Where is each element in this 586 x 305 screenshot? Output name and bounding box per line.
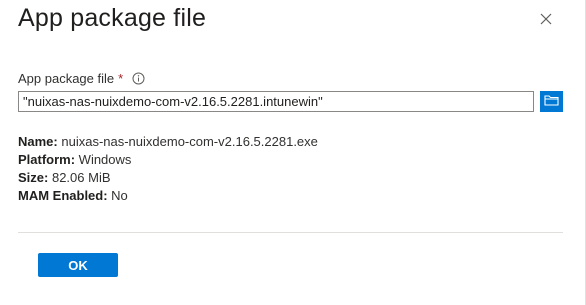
detail-mam-value: No: [111, 188, 128, 203]
app-package-file-panel: App package file App package file * "nui…: [0, 0, 586, 305]
folder-icon: [544, 94, 559, 109]
close-icon[interactable]: [536, 9, 556, 29]
detail-name: Name: nuixas-nas-nuixdemo-com-v2.16.5.22…: [18, 133, 318, 151]
info-icon[interactable]: [132, 72, 145, 85]
detail-size: Size: 82.06 MiB: [18, 169, 318, 187]
browse-file-button[interactable]: [540, 91, 563, 112]
detail-platform-label: Platform:: [18, 152, 79, 167]
app-package-file-input[interactable]: [18, 91, 534, 112]
panel-title: App package file: [18, 4, 207, 32]
required-mark: *: [118, 71, 124, 86]
detail-mam: MAM Enabled: No: [18, 187, 318, 205]
app-package-file-label: App package file *: [18, 71, 145, 86]
detail-mam-label: MAM Enabled:: [18, 188, 112, 203]
detail-name-value: nuixas-nas-nuixdemo-com-v2.16.5.2281.exe: [61, 134, 318, 149]
footer-divider: [18, 232, 563, 233]
detail-platform-value: Windows: [78, 152, 132, 167]
detail-platform: Platform: Windows: [18, 151, 318, 169]
field-label-text: App package file: [18, 71, 115, 86]
package-details: Name: nuixas-nas-nuixdemo-com-v2.16.5.22…: [18, 133, 318, 205]
detail-name-label: Name:: [18, 134, 62, 149]
ok-button[interactable]: OK: [38, 253, 118, 277]
detail-size-label: Size:: [18, 170, 52, 185]
detail-size-value: 82.06 MiB: [51, 170, 111, 185]
